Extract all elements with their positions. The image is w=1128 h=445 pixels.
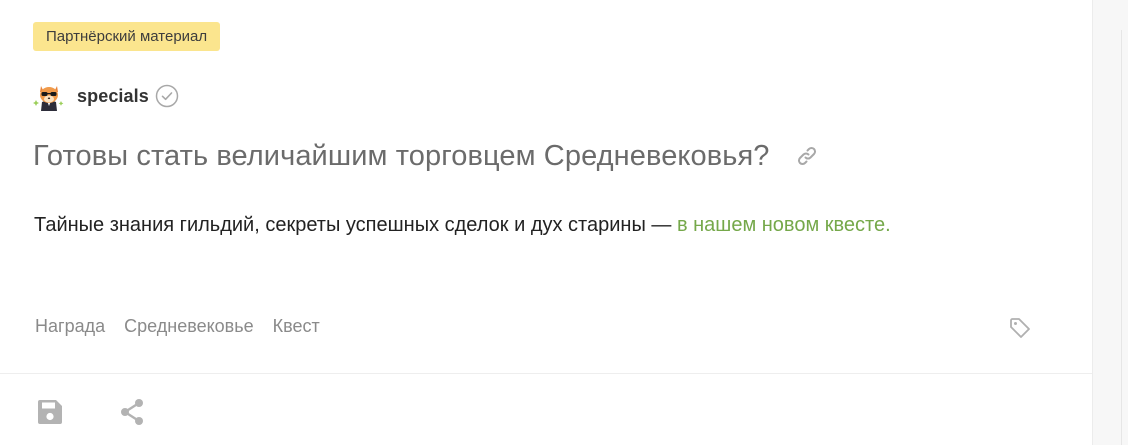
lead-text: Тайные знания гильдий, секреты успешных … [34,214,677,236]
author-row[interactable]: specials [33,80,179,112]
post-title[interactable]: Готовы стать величайшим торговцем Средне… [33,140,770,173]
tag-icon[interactable] [1008,316,1032,340]
avatar[interactable] [33,80,65,112]
sidebar-divider [1121,30,1122,445]
quest-link[interactable]: в нашем новом квесте. [677,214,891,236]
save-icon[interactable] [35,397,65,427]
author-name[interactable]: specials [77,86,149,107]
tag-item[interactable]: Квест [273,316,320,337]
right-sidebar [1092,0,1128,445]
tag-list: Награда Средневековье Квест [35,316,339,337]
post-card: Партнёрский материал specials Готовы ста… [0,0,1092,445]
share-icon[interactable] [117,397,147,427]
tag-item[interactable]: Награда [35,316,105,337]
link-icon[interactable] [795,144,819,168]
post-lead: Тайные знания гильдий, секреты успешных … [34,214,891,237]
partner-badge: Партнёрский материал [33,22,221,51]
page: Партнёрский материал specials Готовы ста… [0,0,1128,445]
tag-item[interactable]: Средневековье [124,316,254,337]
post-title-row: Готовы стать величайшим торговцем Средне… [33,136,819,176]
divider [0,373,1092,374]
verified-check-icon [155,84,179,108]
